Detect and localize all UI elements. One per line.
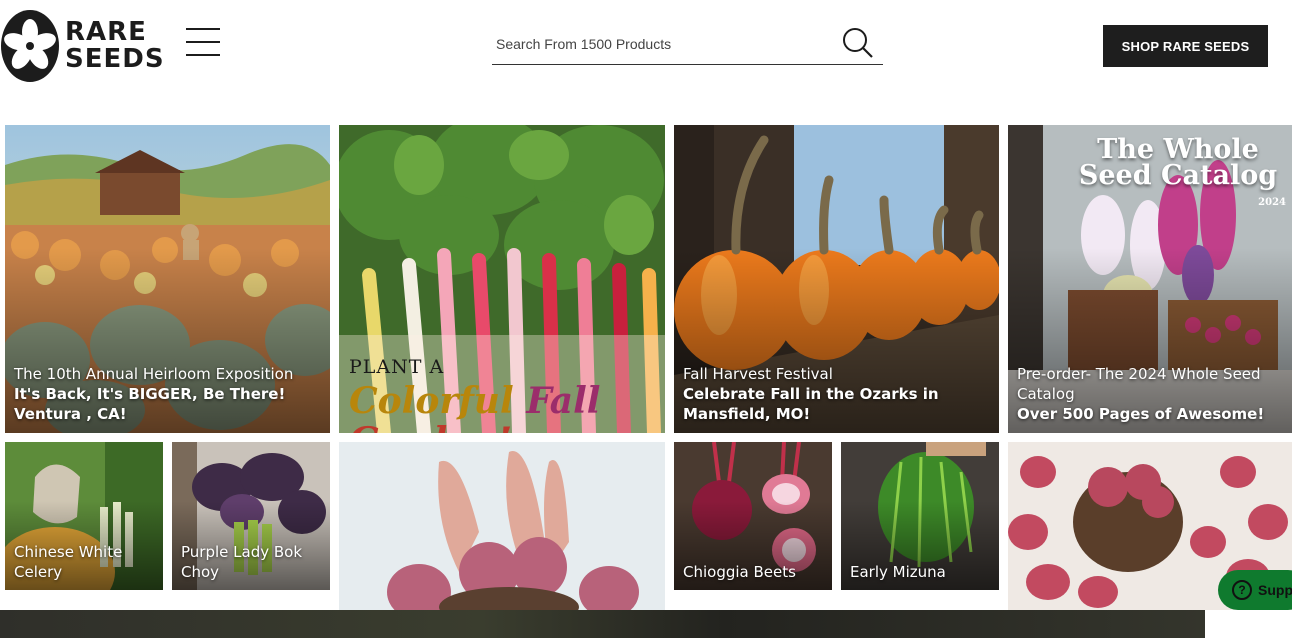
product-tile-purple-lady-bok-choy[interactable]: Purple Lady Bok Choy (172, 442, 330, 590)
search-bar (492, 24, 883, 65)
logo-line-1: RARE (65, 17, 147, 47)
support-chat-button[interactable]: ? Supp (1218, 570, 1292, 610)
tile-subtitle: Over 500 Pages of Awesome! (1017, 405, 1265, 423)
promo-tile-heirloom-exposition[interactable]: The 10th Annual Heirloom Exposition It's… (5, 125, 330, 433)
script-word-2: Fall (526, 380, 601, 422)
product-label: Early Mizuna (850, 563, 946, 581)
tile-subtitle: Celebrate Fall in the Ozarks in Mansfiel… (683, 385, 939, 423)
product-label: Chioggia Beets (683, 563, 796, 581)
colorful-fall-garden-text: Colorful Fall Garden! (349, 381, 665, 433)
site-header: RARE SEEDS SHOP RARE SEEDS (0, 0, 1292, 100)
tile-title: Pre-order- The 2024 Whole Seed Catalog (1017, 365, 1261, 403)
search-icon[interactable] (841, 26, 875, 60)
product-tile-early-mizuna[interactable]: Early Mizuna (841, 442, 999, 590)
product-tile-chioggia-beets[interactable]: Chioggia Beets (674, 442, 832, 590)
promo-tile-fall-garden[interactable]: PLANT A Colorful Fall Garden! (339, 125, 665, 433)
help-icon: ? (1232, 580, 1252, 600)
product-tile-chinese-white-celery[interactable]: Chinese White Celery (5, 442, 163, 590)
tile-caption: Fall Harvest Festival Celebrate Fall in … (683, 364, 995, 424)
search-input[interactable] (496, 32, 826, 56)
rare-seeds-logo[interactable]: RARE SEEDS (1, 9, 164, 83)
support-label: Supp (1258, 582, 1292, 598)
promo-tile-fall-harvest-festival[interactable]: Fall Harvest Festival Celebrate Fall in … (674, 125, 999, 433)
tile-subtitle: It's Back, It's BIGGER, Be There! Ventur… (14, 385, 286, 423)
shop-rare-seeds-button[interactable]: SHOP RARE SEEDS (1103, 25, 1268, 67)
tile-title: The 10th Annual Heirloom Exposition (14, 365, 294, 383)
tile-caption: Pre-order- The 2024 Whole Seed Catalog O… (1017, 364, 1288, 424)
plant-a-text: PLANT A (349, 356, 445, 378)
script-word-1: Colorful (349, 380, 514, 422)
product-tile-shallots[interactable] (339, 442, 665, 610)
logo-wordmark: RARE SEEDS (65, 19, 165, 73)
logo-line-2: SEEDS (65, 44, 165, 74)
tile-title: Fall Harvest Festival (683, 365, 833, 383)
bottom-content-strip (0, 610, 1205, 638)
tile-caption: The 10th Annual Heirloom Exposition It's… (14, 364, 326, 424)
product-label: Chinese White Celery (14, 543, 123, 581)
shallots-photo (339, 442, 665, 610)
flower-logo-icon (1, 10, 59, 82)
promo-tile-whole-seed-catalog[interactable]: The Whole Seed Catalog 2024 Pre-order- T… (1008, 125, 1292, 433)
catalog-title: The Whole Seed Catalog (1078, 134, 1278, 191)
hamburger-menu-icon[interactable] (186, 28, 220, 62)
catalog-year: 2024 (1258, 197, 1286, 208)
script-word-3: Garden! (349, 420, 512, 433)
product-label: Purple Lady Bok Choy (181, 543, 303, 581)
